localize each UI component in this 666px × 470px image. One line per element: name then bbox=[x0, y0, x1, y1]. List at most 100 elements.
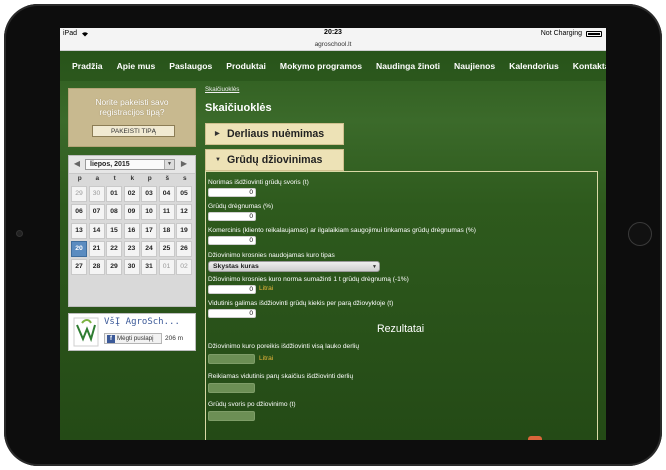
calendar-day[interactable]: 11 bbox=[158, 204, 175, 221]
breadcrumb[interactable]: Skaičiuoklės bbox=[205, 86, 239, 93]
accordion-harvest[interactable]: ▶ Derliaus nuėmimas bbox=[205, 123, 344, 145]
next-month-icon[interactable]: ▶ bbox=[179, 159, 189, 169]
calendar-day[interactable]: 01 bbox=[158, 259, 175, 276]
weekday-label: a bbox=[95, 175, 100, 182]
fuel-type-value: Skystas kuras bbox=[213, 263, 259, 270]
chevron-down-icon: ▼ bbox=[215, 157, 221, 163]
nav-item-kalendorius[interactable]: Kalendorius bbox=[509, 61, 559, 71]
results-title: Rezultatai bbox=[377, 323, 425, 335]
prev-month-icon[interactable]: ◀ bbox=[72, 159, 82, 169]
calendar-day[interactable]: 29 bbox=[71, 186, 87, 202]
calendar-day[interactable]: 19 bbox=[176, 222, 192, 239]
calendar-day[interactable]: 07 bbox=[88, 204, 105, 221]
calendar-day[interactable]: 01 bbox=[106, 186, 122, 202]
promo-line-2: registracijos tipą? bbox=[99, 107, 165, 117]
facebook-page-name[interactable]: VšĮ AgroSch... bbox=[104, 317, 180, 327]
calendar-day[interactable]: 12 bbox=[176, 204, 192, 221]
calendar-day-today[interactable]: 20 bbox=[71, 240, 87, 257]
calendar-day[interactable]: 15 bbox=[106, 222, 122, 239]
accordion-harvest-label: Derliaus nuėmimas bbox=[227, 128, 325, 140]
calendar-day[interactable]: 04 bbox=[158, 186, 175, 202]
weekday-label: t bbox=[113, 175, 116, 182]
fuel-need-output bbox=[208, 354, 255, 364]
change-type-button[interactable]: PAKEISTI TIPĄ bbox=[92, 125, 175, 137]
facebook-like-button[interactable]: f Mėgti puslapį bbox=[104, 333, 162, 344]
days-needed-label: Reikiamas vidutinis parų skaičius išdžio… bbox=[208, 373, 354, 380]
calendar-day[interactable]: 23 bbox=[123, 240, 140, 257]
daily-capacity-input[interactable]: 0 bbox=[208, 309, 256, 318]
agroschool-logo-icon[interactable] bbox=[73, 317, 99, 347]
fuel-type-select[interactable]: Skystas kuras ▼ bbox=[208, 261, 380, 272]
calendar-day[interactable]: 22 bbox=[106, 240, 122, 257]
weekday-label: s bbox=[182, 175, 187, 182]
nav-item-kontaktai[interactable]: Kontaktai bbox=[573, 61, 606, 71]
weekday-label: k bbox=[130, 175, 135, 182]
fuel-rate-unit: Litrai bbox=[259, 285, 274, 292]
battery-icon bbox=[586, 30, 602, 37]
nav-item-paslaugos[interactable]: Paslaugos bbox=[169, 61, 212, 71]
calendar-day[interactable]: 29 bbox=[106, 259, 122, 276]
grain-weight-label: Norimas išdžiovinti grūdų svoris (t) bbox=[208, 179, 309, 186]
facebook-icon: f bbox=[107, 335, 115, 343]
promo-text: Norite pakeisti savo registracijos tipą? bbox=[69, 97, 195, 117]
grain-weight-input[interactable]: 0 bbox=[208, 188, 256, 197]
calendar-day[interactable]: 28 bbox=[88, 259, 105, 276]
calendar-day[interactable]: 05 bbox=[176, 186, 192, 202]
calendar-day[interactable]: 14 bbox=[88, 222, 105, 239]
calendar-day[interactable]: 25 bbox=[158, 240, 175, 257]
grain-moisture-input[interactable]: 0 bbox=[208, 212, 256, 221]
calendar-day[interactable]: 31 bbox=[141, 259, 157, 276]
chevron-down-icon: ▼ bbox=[372, 264, 377, 270]
registration-promo: Norite pakeisti savo registracijos tipą?… bbox=[68, 88, 196, 147]
weekday-header: p a t k p š s bbox=[71, 175, 195, 184]
main-navbar: Pradžia Apie mus Paslaugos Produktai Mok… bbox=[60, 51, 606, 81]
promo-line-1: Norite pakeisti savo bbox=[95, 97, 169, 107]
address-bar[interactable]: agroschool.lt bbox=[60, 41, 606, 51]
calendar-day[interactable]: 06 bbox=[71, 204, 87, 221]
nav-item-apie-mus[interactable]: Apie mus bbox=[117, 61, 156, 71]
calendar-day[interactable]: 08 bbox=[106, 204, 122, 221]
weekday-label: p bbox=[77, 175, 82, 182]
status-time: 20:23 bbox=[324, 29, 342, 36]
fuel-rate-input[interactable]: 0 bbox=[208, 285, 256, 294]
nav-item-mokymo-programos[interactable]: Mokymo programos bbox=[280, 61, 362, 71]
grain-moisture-label: Grūdų drėgnumas (%) bbox=[208, 203, 274, 210]
calendar-day[interactable]: 09 bbox=[123, 204, 140, 221]
nav-item-pradzia[interactable]: Pradžia bbox=[72, 61, 103, 71]
facebook-widget: VšĮ AgroSch... f Mėgti puslapį 206 m bbox=[68, 313, 196, 351]
month-select[interactable]: liepos, 2015 ▼ bbox=[85, 159, 175, 170]
chevron-right-icon: ▶ bbox=[215, 131, 220, 137]
month-select-value: liepos, 2015 bbox=[90, 161, 130, 168]
calendar-day[interactable]: 21 bbox=[88, 240, 105, 257]
facebook-like-label: Mėgti puslapį bbox=[117, 335, 154, 342]
target-moisture-input[interactable]: 0 bbox=[208, 236, 256, 245]
calendar-header: ◀ liepos, 2015 ▼ ▶ bbox=[69, 156, 195, 174]
nav-menu: Pradžia Apie mus Paslaugos Produktai Mok… bbox=[72, 61, 606, 71]
calendar-day[interactable]: 10 bbox=[141, 204, 157, 221]
accordion-drying[interactable]: ▼ Grūdų džiovinimas bbox=[205, 149, 344, 171]
home-button[interactable] bbox=[628, 222, 652, 246]
calendar-day[interactable]: 24 bbox=[141, 240, 157, 257]
calendar-day[interactable]: 18 bbox=[158, 222, 175, 239]
calendar-day[interactable]: 02 bbox=[176, 259, 192, 276]
nav-item-naujienos[interactable]: Naujienos bbox=[454, 61, 495, 71]
nav-item-naudinga-zinoti[interactable]: Naudinga žinoti bbox=[376, 61, 440, 71]
calendar-day[interactable]: 30 bbox=[123, 259, 140, 276]
page-title: Skaičiuoklės bbox=[205, 102, 272, 114]
calendar-day[interactable]: 02 bbox=[123, 186, 140, 202]
calendar-widget: ◀ liepos, 2015 ▼ ▶ p a t k p š s 29 30 0… bbox=[68, 155, 196, 307]
dried-weight-label: Grūdų svoris po džiovinimo (t) bbox=[208, 401, 296, 408]
calendar-day[interactable]: 30 bbox=[88, 186, 105, 202]
nav-item-produktai[interactable]: Produktai bbox=[226, 61, 266, 71]
website: Pradžia Apie mus Paslaugos Produktai Mok… bbox=[60, 51, 606, 440]
calendar-day[interactable]: 16 bbox=[123, 222, 140, 239]
calendar-day[interactable]: 17 bbox=[141, 222, 157, 239]
facebook-like-count: 206 m bbox=[165, 335, 184, 342]
calendar-day[interactable]: 03 bbox=[141, 186, 157, 202]
weekday-label: š bbox=[165, 175, 170, 182]
calendar-day[interactable]: 26 bbox=[176, 240, 192, 257]
scroll-to-top-button[interactable] bbox=[528, 436, 542, 440]
calendar-day[interactable]: 27 bbox=[71, 259, 87, 276]
calendar-day[interactable]: 13 bbox=[71, 222, 87, 239]
weekday-label: p bbox=[147, 175, 152, 182]
